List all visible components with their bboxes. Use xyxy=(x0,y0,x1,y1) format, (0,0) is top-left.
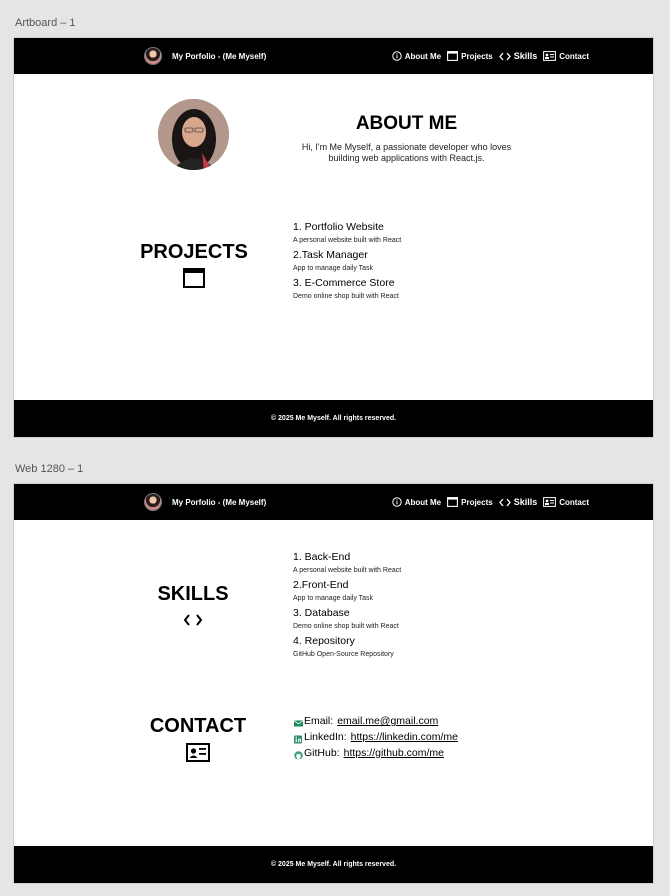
code-icon xyxy=(133,613,253,627)
nav-item-about[interactable]: About Me xyxy=(391,51,442,61)
linkedin-icon xyxy=(294,733,303,743)
avatar xyxy=(144,493,162,511)
list-item: 1. Back-End A personal website built wit… xyxy=(293,551,401,575)
info-icon xyxy=(391,51,402,61)
contact-card-icon xyxy=(138,743,258,762)
nav-item-label: About Me xyxy=(404,497,442,507)
nav-item-label: Skills xyxy=(513,51,538,61)
list-item-title: 2.Front-End xyxy=(293,579,349,591)
list-item: 1. Portfolio Website A personal website … xyxy=(293,221,401,245)
github-icon xyxy=(294,749,303,760)
navbar: My Porfolio - (Me Myself) About Me Proje… xyxy=(14,38,653,74)
list-item-title: 3. E-Commerce Store xyxy=(293,277,395,289)
contact-label: Email: xyxy=(304,715,334,727)
contact-github: GitHub: https://github.com/me xyxy=(294,745,458,761)
list-item-title: 2.Task Manager xyxy=(293,249,368,261)
nav-item-skills[interactable]: Skills xyxy=(498,51,538,61)
list-item-title: 1. Portfolio Website xyxy=(293,221,384,233)
list-item: 3. Database Demo online shop built with … xyxy=(293,607,401,631)
contact-label: LinkedIn: xyxy=(304,731,347,743)
linkedin-link[interactable]: https://linkedin.com/me xyxy=(351,729,458,745)
footer: © 2025 Me Myself. All rights reserved. xyxy=(14,400,653,437)
mail-icon xyxy=(294,717,303,726)
nav-item-projects[interactable]: Projects xyxy=(447,497,493,507)
nav-item-label: Skills xyxy=(513,497,538,507)
contact-label: GitHub: xyxy=(304,747,340,759)
projects-list: 1. Portfolio Website A personal website … xyxy=(293,221,401,305)
code-icon xyxy=(498,52,511,61)
brand-title: My Porfolio - (Me Myself) xyxy=(172,51,267,61)
artboard-2: My Porfolio - (Me Myself) About Me Proje… xyxy=(14,484,653,883)
artboard-label: Web 1280 – 1 xyxy=(15,463,84,475)
nav-links: About Me Projects Skills Contact xyxy=(391,484,589,520)
contact-linkedin: LinkedIn: https://linkedin.com/me xyxy=(294,729,458,745)
contact-card-icon xyxy=(543,51,557,61)
nav-item-label: Contact xyxy=(559,51,589,61)
window-icon xyxy=(447,497,459,507)
list-item: 2.Front-End App to manage daily Task xyxy=(293,579,401,603)
profile-photo xyxy=(158,99,229,170)
window-icon xyxy=(134,268,254,288)
projects-title: PROJECTS xyxy=(140,241,248,263)
list-item-desc: A personal website built with React xyxy=(293,567,402,574)
info-icon xyxy=(391,497,402,507)
list-item-desc: A personal website built with React xyxy=(293,237,402,244)
contact-title: CONTACT xyxy=(149,715,247,737)
footer: © 2025 Me Myself. All rights reserved. xyxy=(14,846,653,883)
nav-item-skills[interactable]: Skills xyxy=(498,497,538,507)
list-item-desc: App to manage daily Task xyxy=(293,595,374,602)
list-item-desc: Demo online shop built with React xyxy=(293,293,399,300)
nav-item-contact[interactable]: Contact xyxy=(543,51,589,61)
list-item-title: 1. Back-End xyxy=(293,551,351,563)
about-title: ABOUT ME xyxy=(355,113,458,134)
nav-item-label: Projects xyxy=(461,51,493,61)
contact-card-icon xyxy=(543,497,557,507)
code-icon xyxy=(498,498,511,507)
brand[interactable]: My Porfolio - (Me Myself) xyxy=(144,492,266,512)
nav-item-label: Contact xyxy=(559,497,589,507)
nav-item-about[interactable]: About Me xyxy=(391,497,442,507)
window-icon xyxy=(447,51,459,61)
list-item: 2.Task Manager App to manage daily Task xyxy=(293,249,401,273)
nav-item-label: About Me xyxy=(404,51,442,61)
brand-title: My Porfolio - (Me Myself) xyxy=(172,497,267,507)
nav-item-label: Projects xyxy=(461,497,493,507)
list-item: 4. Repository GitHub Open-Source Reposit… xyxy=(293,635,401,659)
nav-links: About Me Projects Skills Contact xyxy=(391,38,589,74)
skills-list: 1. Back-End A personal website built wit… xyxy=(293,551,401,663)
list-item-desc: GitHub Open-Source Repository xyxy=(293,651,394,658)
skills-title: SKILLS xyxy=(157,583,229,605)
list-item-desc: App to manage daily Task xyxy=(293,265,374,272)
artboard-label: Artboard – 1 xyxy=(15,17,76,29)
nav-item-projects[interactable]: Projects xyxy=(447,51,493,61)
artboard-1: My Porfolio - (Me Myself) About Me Proje… xyxy=(14,38,653,437)
contact-email: Email: email.me@gmail.com xyxy=(294,713,458,729)
list-item-title: 3. Database xyxy=(293,607,350,619)
avatar xyxy=(144,47,162,65)
list-item: 3. E-Commerce Store Demo online shop bui… xyxy=(293,277,401,301)
list-item-title: 4. Repository xyxy=(293,635,355,647)
contact-list: Email: email.me@gmail.com LinkedIn: http… xyxy=(294,713,458,761)
about-text: Hi, I'm Me Myself, a passionate develope… xyxy=(301,142,512,163)
footer-text: © 2025 Me Myself. All rights reserved. xyxy=(270,415,397,422)
navbar: My Porfolio - (Me Myself) About Me Proje… xyxy=(14,484,653,520)
brand[interactable]: My Porfolio - (Me Myself) xyxy=(144,46,266,66)
list-item-desc: Demo online shop built with React xyxy=(293,623,399,630)
email-link[interactable]: email.me@gmail.com xyxy=(337,713,438,729)
github-link[interactable]: https://github.com/me xyxy=(344,745,444,761)
footer-text: © 2025 Me Myself. All rights reserved. xyxy=(270,861,397,868)
nav-item-contact[interactable]: Contact xyxy=(543,497,589,507)
